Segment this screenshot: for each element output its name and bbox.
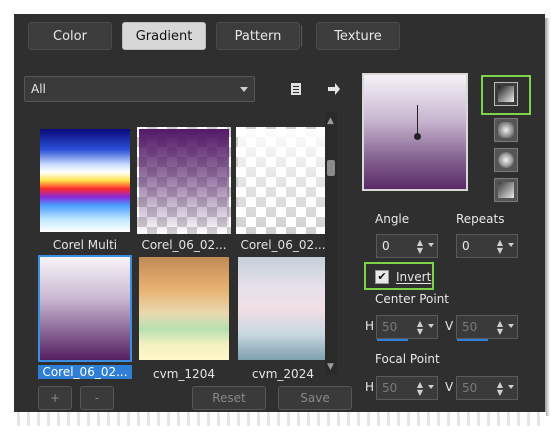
chevron-down-icon[interactable] [428, 243, 434, 247]
sunburst-gradient-icon [498, 182, 514, 198]
scrollbar-thumb[interactable] [327, 160, 335, 176]
category-dropdown-value: All [31, 82, 46, 96]
spin-arrows-icon[interactable]: ▲ ▼ [497, 381, 503, 397]
gradient-swatch-fill [40, 129, 130, 232]
repeats-label: Repeats [456, 212, 505, 226]
gradient-label: Corel_06_02... [240, 238, 326, 252]
category-dropdown[interactable]: All [24, 76, 255, 102]
gradient-swatch-cvm-2024[interactable] [236, 255, 330, 362]
radial-gradient-icon [498, 152, 514, 168]
rectangular-gradient-icon [498, 122, 514, 138]
gradient-swatch-fill [139, 257, 229, 360]
center-h-label: H [365, 319, 375, 333]
center-point-handle[interactable] [414, 133, 421, 140]
gradient-label: cvm_2024 [252, 367, 314, 381]
angle-handle-line [417, 105, 418, 135]
invert-label[interactable]: Invert [396, 270, 431, 284]
torn-edge [10, 412, 546, 426]
gradient-label: cvm_1204 [153, 367, 215, 381]
focal-point-label: Focal Point [375, 352, 440, 366]
center-point-label: Center Point [375, 292, 449, 306]
chevron-down-icon[interactable] [508, 385, 514, 389]
center-h-spinbox[interactable]: 50 ▲ ▼ [376, 315, 438, 341]
angle-label: Angle [375, 212, 410, 226]
repeats-value: 0 [462, 239, 470, 253]
radial-style-button[interactable] [494, 148, 518, 172]
add-gradient-button[interactable]: + [38, 386, 72, 410]
center-v-label: V [445, 319, 454, 333]
angle-value: 0 [382, 239, 390, 253]
chevron-down-icon[interactable] [508, 243, 514, 247]
focal-v-label: V [445, 380, 454, 394]
gradient-swatch-fill [40, 257, 130, 360]
chevron-down-icon[interactable] [428, 324, 434, 328]
gradient-swatch-corel-multi[interactable] [38, 127, 132, 234]
tab-separator [301, 25, 302, 47]
gradient-swatch-cvm-1204[interactable] [137, 255, 231, 362]
gradient-swatch-fill [238, 129, 328, 232]
gradient-label-selected: Corel_06_02... [38, 365, 132, 379]
focal-h-value: 50 [382, 381, 398, 395]
linear-style-button[interactable] [494, 82, 518, 106]
center-h-value: 50 [382, 320, 398, 334]
center-v-value: 50 [462, 320, 478, 334]
chevron-down-icon [240, 87, 248, 92]
tab-texture[interactable]: Texture [316, 22, 400, 50]
spin-arrows-icon[interactable]: ▲ ▼ [417, 239, 423, 255]
gradient-swatch-fill [238, 257, 328, 360]
focal-v-spinbox[interactable]: 50 ▲ ▼ [456, 376, 518, 400]
focal-h-label: H [365, 380, 375, 394]
gradient-swatch-fill [139, 129, 229, 232]
spin-arrows-icon[interactable]: ▲ ▼ [497, 320, 503, 336]
remove-gradient-button[interactable]: - [80, 386, 114, 410]
panel-shadow [545, 18, 550, 416]
center-v-slider[interactable] [457, 339, 488, 341]
gradient-preview[interactable] [362, 73, 468, 191]
gradient-label: Corel_06_02... [141, 238, 227, 252]
repeats-spinbox[interactable]: 0 ▲ ▼ [456, 234, 518, 258]
rectangular-style-button[interactable] [494, 118, 518, 142]
spin-arrows-icon[interactable]: ▲ ▼ [417, 381, 423, 397]
scroll-down-icon[interactable]: ▼ [327, 362, 334, 372]
resource-manager-icon[interactable] [286, 79, 306, 99]
arrow-right-icon[interactable] [324, 79, 344, 99]
sunburst-style-button[interactable] [494, 178, 518, 202]
tab-gradient[interactable]: Gradient [122, 22, 206, 50]
center-v-spinbox[interactable]: 50 ▲ ▼ [456, 315, 518, 341]
linear-gradient-icon [498, 86, 514, 102]
reset-button[interactable]: Reset [192, 386, 266, 410]
tab-pattern[interactable]: Pattern [216, 22, 300, 50]
angle-spinbox[interactable]: 0 ▲ ▼ [376, 234, 438, 258]
center-h-slider[interactable] [377, 339, 408, 341]
focal-h-spinbox[interactable]: 50 ▲ ▼ [376, 376, 438, 400]
save-button[interactable]: Save [278, 386, 352, 410]
gradient-swatch-corel-06-02-b[interactable] [236, 127, 330, 234]
spin-arrows-icon[interactable]: ▲ ▼ [497, 239, 503, 255]
gradient-label: Corel Multi [52, 238, 118, 252]
focal-v-value: 50 [462, 381, 478, 395]
invert-checkbox[interactable]: ✔ [375, 270, 389, 284]
gradient-list-scrollbar[interactable]: ▲ ▼ [325, 112, 337, 375]
chevron-down-icon[interactable] [428, 385, 434, 389]
chevron-down-icon[interactable] [508, 324, 514, 328]
tab-color[interactable]: Color [28, 22, 112, 50]
spin-arrows-icon[interactable]: ▲ ▼ [417, 320, 423, 336]
gradient-swatch-corel-06-02-a[interactable] [137, 127, 231, 234]
scroll-up-icon[interactable]: ▲ [327, 116, 334, 126]
gradient-swatch-corel-06-02-c[interactable] [38, 255, 132, 362]
